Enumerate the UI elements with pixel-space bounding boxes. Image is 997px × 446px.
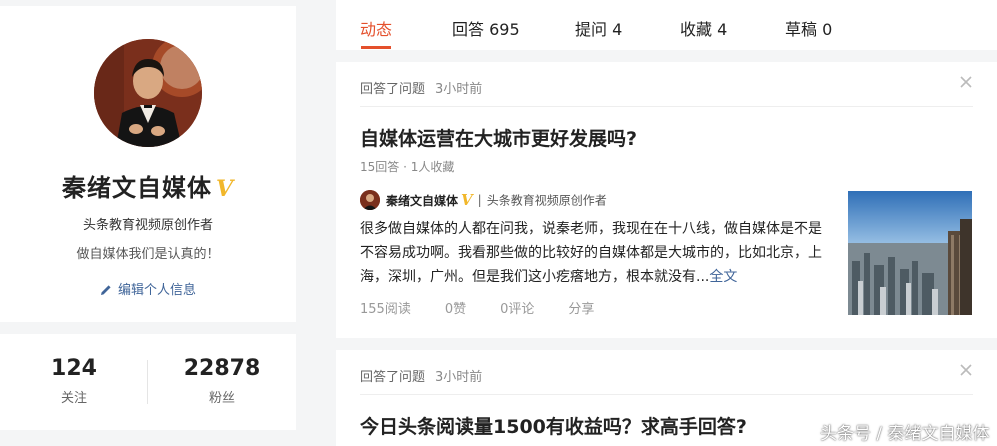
edit-profile-label: 编辑个人信息 [117,283,196,298]
like-button[interactable]: 0赞 [445,302,466,317]
author-name[interactable]: 秦绪文自媒体 [386,194,458,208]
author-description: 头条教育视频原创作者 [486,193,607,208]
answer-text: 很多做自媒体的人都在问我，说秦老师，我现在在十八线，做自媒体是不是不容易成功啊。… [360,221,822,285]
city-photo [848,191,972,315]
author-separator: | [477,193,482,207]
following-label: 关注 [60,391,87,406]
author-avatar[interactable] [360,190,380,210]
feed-meta: 回答了问题 3小时前 [360,366,482,385]
stats-card: 124 关注 22878 粉丝 [0,334,296,430]
tab-activity[interactable]: 动态 [360,16,392,40]
close-icon[interactable] [958,362,974,378]
answer-thumbnail[interactable] [848,191,972,315]
question-title[interactable]: 今日头条阅读量1500有收益吗？求高手回答? [360,412,747,439]
feed-action: 回答了问题 [360,82,426,97]
tab-answers[interactable]: 回答 695 [452,16,520,40]
read-more-link[interactable]: 全文 [709,269,737,285]
question-stats: 15回答 · 1人收藏 [360,160,455,174]
watermark: 头条号 / 秦绪文自媒体 [820,424,990,444]
profile-card: 秦绪文自媒体 V 头条教育视频原创作者 做自媒体我们是认真的！ 编辑个人信息 [0,6,296,322]
feed-action: 回答了问题 [360,370,426,385]
profile-name-row: 秦绪文自媒体 V [0,168,296,203]
followers-stat[interactable]: 22878 粉丝 [148,356,296,406]
following-stat[interactable]: 124 关注 [0,356,148,406]
author-verified-icon: V [461,191,473,209]
followers-label: 粉丝 [208,391,235,406]
profile-tabs: 动态 回答 695 提问 4 收藏 4 草稿 0 [336,0,997,50]
answer-actions: 155阅读 0赞 0评论 分享 [360,298,628,317]
avatar[interactable] [94,39,202,147]
profile-subtitle: 头条教育视频原创作者 [82,218,213,233]
following-count: 124 [51,356,97,381]
answer-excerpt: 很多做自媒体的人都在问我，说秦老师，我现在在十八线，做自媒体是不是不容易成功啊。… [360,217,826,289]
close-icon[interactable] [958,74,974,90]
avatar-image [94,39,202,147]
verified-badge-icon: V [215,176,235,202]
feed-meta: 回答了问题 3小时前 [360,78,482,97]
active-tab-indicator [361,46,391,49]
tab-favorites[interactable]: 收藏 4 [680,16,727,40]
edit-profile-link[interactable]: 编辑个人信息 [0,279,296,300]
answer-author: 秦绪文自媒体 V | 头条教育视频原创作者 [360,190,607,210]
feed-time: 3小时前 [435,82,483,97]
tab-questions[interactable]: 提问 4 [575,16,622,40]
read-count: 155阅读 [360,302,411,317]
comment-button[interactable]: 0评论 [500,302,534,317]
profile-signature: 做自媒体我们是认真的！ [76,247,220,262]
divider [360,394,973,395]
tab-drafts[interactable]: 草稿 0 [785,16,832,40]
followers-count: 22878 [183,356,261,381]
profile-name: 秦绪文自媒体 [61,174,212,202]
feed-time: 3小时前 [435,370,483,385]
share-button[interactable]: 分享 [568,302,594,317]
feed-item: 回答了问题 3小时前 自媒体运营在大城市更好发展吗? 15回答 · 1人收藏 秦绪… [336,62,997,338]
divider [360,106,973,107]
question-title[interactable]: 自媒体运营在大城市更好发展吗? [360,124,637,151]
pencil-icon [100,284,112,300]
